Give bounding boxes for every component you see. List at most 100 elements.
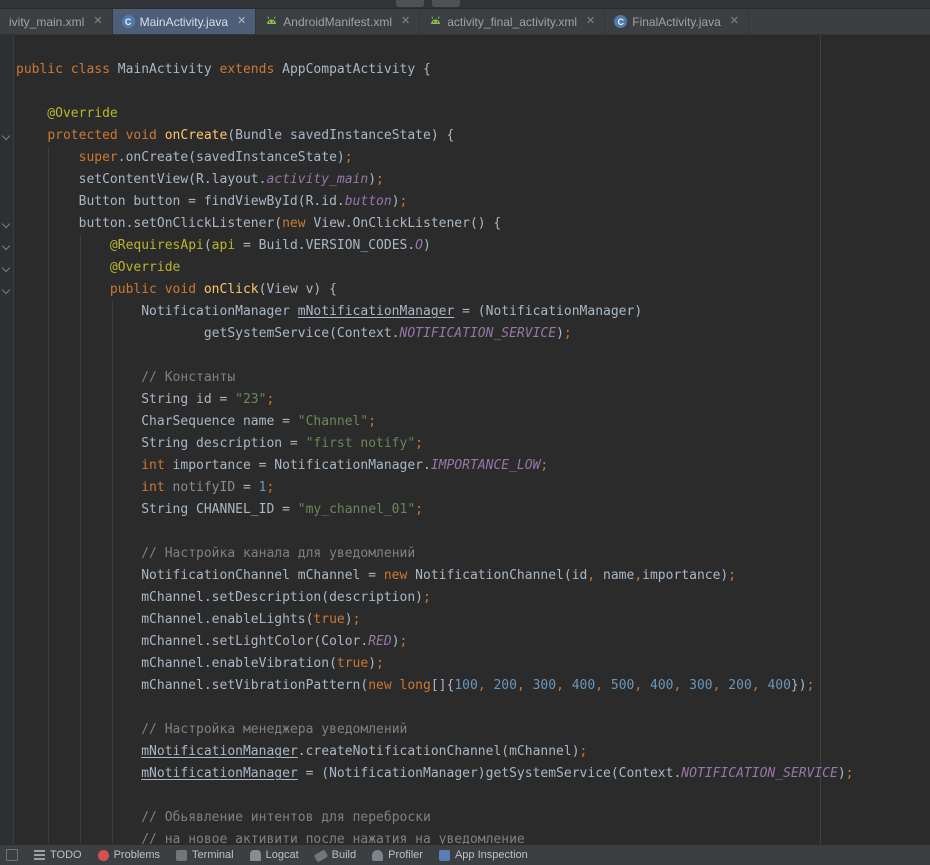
code-line[interactable]: mNotificationManager.createNotificationC…: [0, 741, 930, 763]
toolbar-item-logcat[interactable]: Logcat: [250, 849, 299, 861]
code-line[interactable]: mChannel.enableVibration(true);: [0, 653, 930, 675]
toolbar-item-terminal[interactable]: Terminal: [176, 849, 234, 861]
code-token: onClick: [204, 282, 259, 297]
code-token: ,: [556, 678, 564, 693]
code-token: notifyID: [173, 480, 236, 495]
code-token: importance): [642, 568, 728, 583]
code-line[interactable]: String CHANNEL_ID = "my_channel_01";: [0, 499, 930, 521]
code-line[interactable]: int notifyID = 1;: [0, 477, 930, 499]
code-token: ;: [266, 392, 274, 407]
tab-activity-final-activity-xml[interactable]: activity_final_activity.xml ✕: [420, 9, 605, 34]
code-token: onCreate: [165, 128, 228, 143]
code-line[interactable]: // Константы: [0, 367, 930, 389]
code-area[interactable]: public class MainActivity extends AppCom…: [0, 35, 930, 844]
code-line[interactable]: [0, 521, 930, 543]
tab-finalactivity-java[interactable]: C FinalActivity.java ✕: [605, 9, 749, 34]
code-line[interactable]: // Настройка менеджера уведомлений: [0, 719, 930, 741]
code-token: ;: [400, 194, 408, 209]
toolbar-item-profiler[interactable]: Profiler: [372, 849, 423, 861]
todo-list-icon: [34, 850, 45, 861]
code-token: ;: [376, 656, 384, 671]
code-token: [16, 370, 141, 385]
close-icon[interactable]: ✕: [730, 16, 739, 27]
code-token: (: [204, 238, 212, 253]
code-token: // Обьявление интентов для переброски: [141, 810, 431, 825]
tool-window-toggle-icon[interactable]: [6, 849, 18, 861]
code-line[interactable]: mChannel.enableLights(true);: [0, 609, 930, 631]
code-line[interactable]: mChannel.setVibrationPattern(new long[]{…: [0, 675, 930, 697]
code-line[interactable]: mChannel.setDescription(description);: [0, 587, 930, 609]
toolbar-item-problems[interactable]: Problems: [98, 849, 160, 861]
code-line[interactable]: mNotificationManager = (NotificationMana…: [0, 763, 930, 785]
code-token: ;: [415, 436, 423, 451]
toolbar-item-todo[interactable]: TODO: [34, 849, 82, 861]
code-token: ;: [345, 150, 353, 165]
code-token: String description =: [16, 436, 306, 451]
tab-mainactivity-java[interactable]: C MainActivity.java ✕: [113, 9, 257, 34]
code-token: 200: [728, 678, 751, 693]
code-line[interactable]: // Настройка канала для уведомлений: [0, 543, 930, 565]
code-token: (View v) {: [259, 282, 337, 297]
code-line[interactable]: protected void onCreate(Bundle savedInst…: [0, 125, 930, 147]
code-line[interactable]: setContentView(R.layout.activity_main);: [0, 169, 930, 191]
fold-toggle-icon[interactable]: [2, 220, 10, 228]
code-line[interactable]: @RequiresApi(api = Build.VERSION_CODES.O…: [0, 235, 930, 257]
code-editor[interactable]: public class MainActivity extends AppCom…: [0, 35, 930, 844]
fold-toggle-icon[interactable]: [2, 286, 10, 294]
fold-toggle-icon[interactable]: [2, 264, 10, 272]
toolbar-item-build[interactable]: Build: [315, 849, 356, 861]
code-token: [16, 546, 141, 561]
code-line[interactable]: @Override: [0, 257, 930, 279]
tab-label: ivity_main.xml: [9, 15, 84, 29]
code-token: ,: [634, 568, 642, 583]
toolbar-item-app-inspection[interactable]: App Inspection: [439, 849, 528, 861]
code-line[interactable]: [0, 697, 930, 719]
code-token: ;: [423, 590, 431, 605]
code-line[interactable]: [0, 785, 930, 807]
code-token: @RequiresApi: [110, 238, 204, 253]
code-line[interactable]: public class MainActivity extends AppCom…: [0, 59, 930, 81]
code-line[interactable]: super.onCreate(savedInstanceState);: [0, 147, 930, 169]
code-line[interactable]: // на новое активити после нажатия на ув…: [0, 829, 930, 844]
code-line[interactable]: getSystemService(Context.NOTIFICATION_SE…: [0, 323, 930, 345]
code-token: 500: [611, 678, 634, 693]
code-token: activity_main: [266, 172, 368, 187]
code-line[interactable]: String id = "23";: [0, 389, 930, 411]
code-line[interactable]: int importance = NotificationManager.IMP…: [0, 455, 930, 477]
code-token: = (NotificationManager): [454, 304, 642, 319]
fold-toggle-icon[interactable]: [2, 132, 10, 140]
code-token: String id =: [16, 392, 235, 407]
code-line[interactable]: Button button = findViewById(R.id.button…: [0, 191, 930, 213]
code-line[interactable]: public void onClick(View v) {: [0, 279, 930, 301]
code-line[interactable]: [0, 81, 930, 103]
code-line[interactable]: NotificationChannel mChannel = new Notif…: [0, 565, 930, 587]
close-icon[interactable]: ✕: [93, 16, 102, 27]
toolbar-item-label: App Inspection: [455, 849, 528, 861]
tab-activity-main-xml[interactable]: ivity_main.xml ✕: [0, 9, 113, 34]
code-line[interactable]: mChannel.setLightColor(Color.RED);: [0, 631, 930, 653]
toolbar-button-stub: [396, 0, 424, 7]
close-icon[interactable]: ✕: [237, 16, 246, 27]
code-token: ): [423, 238, 431, 253]
code-token: // Константы: [141, 370, 235, 385]
code-token: ;: [728, 568, 736, 583]
editor-tabs-bar: ivity_main.xml ✕ C MainActivity.java ✕ A…: [0, 9, 930, 35]
code-token: O: [415, 238, 423, 253]
close-icon[interactable]: ✕: [401, 16, 410, 27]
close-icon[interactable]: ✕: [586, 16, 595, 27]
code-line[interactable]: // Обьявление интентов для переброски: [0, 807, 930, 829]
tab-label: FinalActivity.java: [632, 15, 720, 29]
toolbar-item-label: Logcat: [266, 849, 299, 861]
fold-toggle-icon[interactable]: [2, 242, 10, 250]
tab-label: activity_final_activity.xml: [447, 15, 577, 29]
code-line[interactable]: String description = "first notify";: [0, 433, 930, 455]
code-line[interactable]: NotificationManager mNotificationManager…: [0, 301, 930, 323]
code-token: ;: [400, 634, 408, 649]
code-token: mChannel.setLightColor(Color.: [16, 634, 368, 649]
code-token: [16, 150, 79, 165]
code-line[interactable]: CharSequence name = "Channel";: [0, 411, 930, 433]
code-line[interactable]: [0, 345, 930, 367]
tab-androidmanifest-xml[interactable]: AndroidManifest.xml ✕: [256, 9, 420, 34]
code-line[interactable]: @Override: [0, 103, 930, 125]
code-line[interactable]: button.setOnClickListener(new View.OnCli…: [0, 213, 930, 235]
